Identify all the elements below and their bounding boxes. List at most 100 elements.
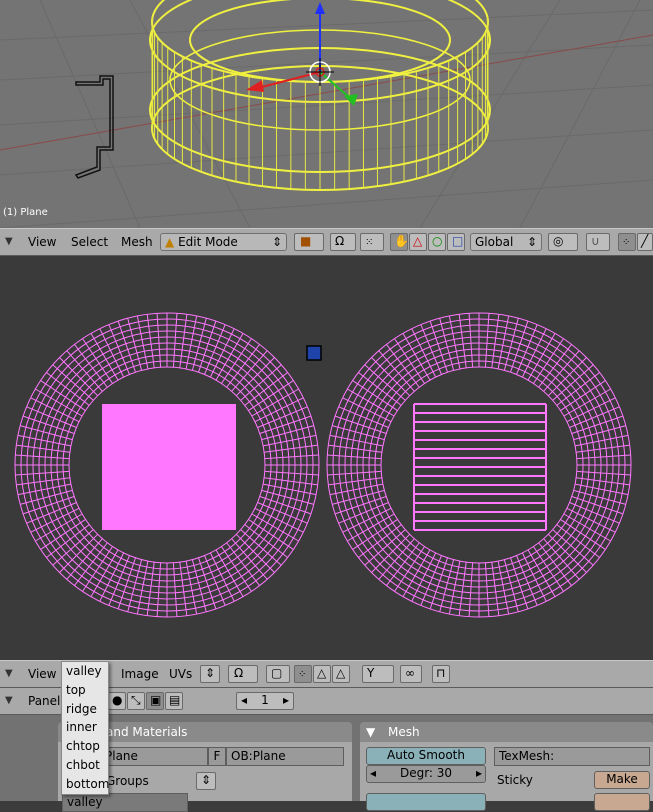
- uv-face-filled: [102, 404, 236, 530]
- scale-button[interactable]: □: [447, 233, 465, 251]
- dropdown-option-chtop[interactable]: chtop: [62, 737, 108, 756]
- cube-icon: ■: [300, 234, 312, 248]
- layer-button[interactable]: ⁙: [360, 233, 384, 251]
- uv-edge-mode[interactable]: △: [313, 665, 331, 683]
- dropdown-option-top[interactable]: top: [62, 681, 108, 700]
- decimator-button[interactable]: [366, 793, 486, 811]
- scene-context-button[interactable]: ▤: [165, 692, 183, 710]
- menu-panels[interactable]: Panel: [28, 694, 60, 708]
- menu-view[interactable]: View: [28, 235, 56, 249]
- square-icon: □: [452, 234, 464, 248]
- draw-type-button[interactable]: ■: [294, 233, 324, 251]
- uv-sticky-button[interactable]: Y: [362, 665, 394, 683]
- menu-uvs[interactable]: UVs: [169, 667, 192, 681]
- triangle-icon: △: [317, 666, 327, 680]
- updown-arrows-icon: ⇕: [526, 235, 537, 249]
- square-icon: ▢: [271, 666, 283, 680]
- target-icon: ◎: [553, 234, 564, 248]
- arrow-right-icon: ▸: [282, 693, 289, 707]
- dropdown-option-chbot[interactable]: chbot: [62, 756, 108, 775]
- triangle-icon: △: [336, 666, 346, 680]
- transform-manipulator: [246, 2, 358, 106]
- texmesh-field[interactable]: TexMesh:: [494, 747, 650, 766]
- mode-icon: ▲: [165, 235, 175, 249]
- updown-arrows-icon: ⇕: [205, 666, 216, 680]
- triangle-icon: △: [413, 234, 423, 248]
- updown-arrows-icon: ⇕: [271, 235, 282, 249]
- vertex-group-dropdown[interactable]: valley top ridge inner chtop chbot botto…: [61, 661, 109, 795]
- menu-mesh[interactable]: Mesh: [121, 235, 153, 249]
- uv-selected-vertex[interactable]: [306, 345, 322, 361]
- object-label: (1) Plane: [3, 207, 48, 218]
- y-icon: Y: [367, 666, 375, 680]
- make-sticky-button[interactable]: Make: [594, 771, 650, 789]
- orientation-select[interactable]: Global ⇕: [470, 233, 542, 251]
- shading-context-button[interactable]: ●: [108, 692, 126, 710]
- uv-editor[interactable]: [0, 256, 653, 660]
- mode-select[interactable]: ▲ Edit Mode ⇕: [160, 233, 287, 251]
- header-3d: ▼ View Select Mesh ▲ Edit Mode ⇕ ■ Ω ⁙ ✋…: [0, 228, 653, 256]
- fake-user-toggle[interactable]: F: [208, 747, 226, 766]
- dropdown-option-valley[interactable]: valley: [62, 662, 108, 681]
- uv-pivot-button[interactable]: Ω: [228, 665, 258, 683]
- circle-icon: ○: [432, 234, 443, 248]
- uv-lock-button[interactable]: ⊓: [432, 665, 450, 683]
- vertex-group-field[interactable]: valley: [62, 793, 188, 812]
- sticky-label: Sticky: [497, 773, 533, 787]
- menu-image[interactable]: Image: [121, 667, 159, 681]
- pivot-button[interactable]: Ω: [330, 233, 356, 251]
- hand-icon: ✋: [394, 234, 409, 248]
- object-name-field[interactable]: OB:Plane: [226, 747, 344, 766]
- sphere-icon: ●: [112, 693, 123, 707]
- collapse-triangle-icon[interactable]: ▼: [5, 695, 13, 706]
- arrow-right-icon: ▸: [475, 766, 482, 780]
- arrow-left-icon: ◂: [241, 693, 248, 707]
- lock-icon: ⊓: [436, 666, 446, 680]
- viewport-3d-canvas: [0, 0, 653, 228]
- image-icon: ▤: [169, 693, 181, 707]
- vertex-select-button[interactable]: ⁘: [618, 233, 636, 251]
- collapse-triangle-icon[interactable]: ▼: [5, 668, 13, 679]
- magnet-icon: ∪: [591, 234, 600, 248]
- profile-curve: [74, 75, 114, 179]
- menu-select[interactable]: Select: [71, 235, 108, 249]
- proportional-button[interactable]: ◎: [548, 233, 578, 251]
- vertex-icon: ⁘: [298, 669, 307, 680]
- updown-arrows-icon: ⇕: [201, 773, 212, 787]
- collapse-triangle-icon: ▼: [366, 725, 376, 739]
- collapse-triangle-icon[interactable]: ▼: [5, 236, 13, 247]
- uv-link-button[interactable]: ∞: [400, 665, 422, 683]
- mesh-panel: Auto Smooth ◂ Degr: 30 ▸ TexMesh: Sticky…: [360, 742, 653, 811]
- uv-canvas: [14, 312, 632, 618]
- dropdown-option-ridge[interactable]: ridge: [62, 700, 108, 719]
- dropdown-option-bottom[interactable]: bottom: [62, 775, 109, 794]
- menu-uv-view[interactable]: View: [28, 667, 56, 681]
- rotate-button[interactable]: ○: [428, 233, 446, 251]
- link-icon: ∞: [405, 666, 415, 680]
- translate-button[interactable]: △: [409, 233, 427, 251]
- edge-select-button[interactable]: ╱: [637, 233, 653, 251]
- uv-face-grid: [413, 403, 547, 531]
- manipulator-toggle[interactable]: ✋: [390, 233, 409, 251]
- dots-icon: ⁙: [365, 237, 374, 248]
- degr-field[interactable]: ◂ Degr: 30 ▸: [366, 765, 486, 783]
- vertex-group-menu[interactable]: ⇕: [196, 772, 216, 790]
- arrow-left-icon: ◂: [370, 766, 377, 780]
- mesh-name-field[interactable]: Plane: [100, 747, 208, 766]
- uv-face-mode[interactable]: △: [332, 665, 350, 683]
- square-icon: ▣: [150, 693, 162, 707]
- vertex-icon: ⁘: [622, 237, 631, 248]
- uvtex-button[interactable]: [594, 793, 650, 811]
- dropdown-option-inner[interactable]: inner: [62, 718, 108, 737]
- uv-snap-button[interactable]: ▢: [266, 665, 290, 683]
- object-context-button[interactable]: ⤡: [127, 692, 145, 710]
- uv-sync-button[interactable]: ⇕: [200, 665, 220, 683]
- mesh-panel-title[interactable]: ▼ Mesh: [360, 722, 653, 742]
- editing-context-button[interactable]: ▣: [146, 692, 164, 710]
- auto-smooth-button[interactable]: Auto Smooth: [366, 747, 486, 765]
- snap-button[interactable]: ∪: [586, 233, 610, 251]
- pivot-icon: Ω: [234, 666, 244, 680]
- uv-vertex-mode[interactable]: ⁘: [294, 665, 312, 683]
- frame-number-field[interactable]: ◂ 1 ▸: [236, 692, 294, 710]
- viewport-3d[interactable]: (1) Plane: [0, 0, 653, 228]
